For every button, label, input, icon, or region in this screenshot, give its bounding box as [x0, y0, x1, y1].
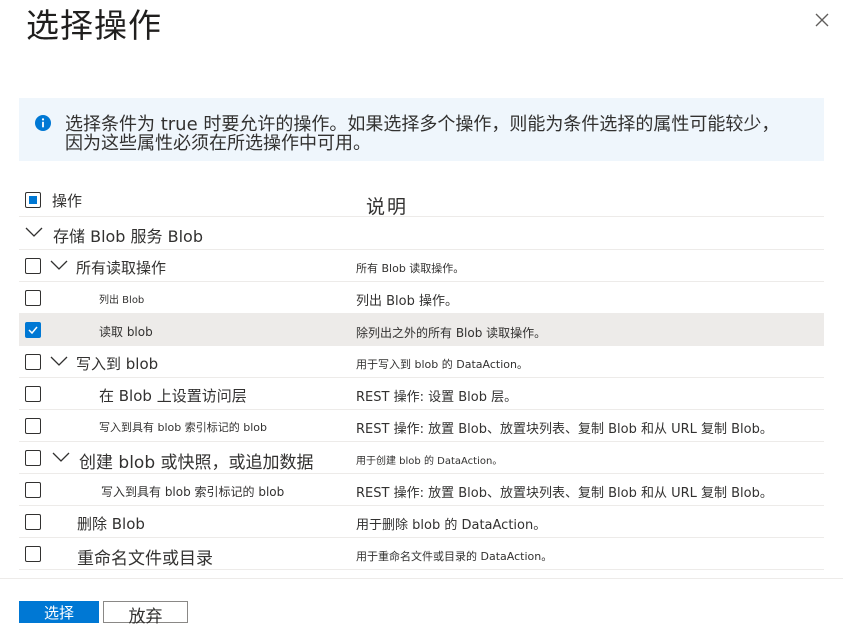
- close-icon: [815, 13, 829, 27]
- row-name: 列出 Blob: [99, 295, 145, 306]
- table-row[interactable]: 列出 Blob 列出 Blob 操作。: [19, 282, 824, 314]
- footer-divider: [0, 578, 843, 579]
- row-checkbox[interactable]: [25, 322, 41, 338]
- row-checkbox[interactable]: [25, 258, 41, 274]
- chevron-down-icon[interactable]: [52, 450, 70, 464]
- select-actions-dialog: 选择操作 选择条件为 true 时要允许的操作。如果选择多个操作，则能为条件选择…: [0, 0, 843, 635]
- row-description: REST 操作: 设置 Blob 层。: [356, 390, 518, 405]
- select-all-checkbox[interactable]: [25, 192, 41, 208]
- row-description: 用于写入到 blob 的 DataAction。: [356, 358, 528, 371]
- table-row[interactable]: 写入到 blob 用于写入到 blob 的 DataAction。: [19, 346, 824, 378]
- row-checkbox[interactable]: [25, 290, 41, 306]
- row-name: 写入到具有 blob 索引标记的 blob: [99, 421, 267, 434]
- row-name: 删除 Blob: [77, 515, 145, 533]
- table-row[interactable]: 删除 Blob 用于删除 blob 的 DataAction。: [19, 506, 824, 538]
- table-row[interactable]: 写入到具有 blob 索引标记的 blob REST 操作: 放置 Blob、放…: [19, 410, 824, 442]
- row-name: 所有读取操作: [76, 259, 167, 277]
- group-header-row[interactable]: 存储 Blob 服务 Blob: [19, 217, 824, 250]
- actions-grid: 操作 说明 存储 Blob 服务 Blob 所有读取操作 所有 Blob 读取操…: [19, 184, 824, 570]
- table-row[interactable]: 写入到具有 blob 索引标记的 blob REST 操作: 放置 Blob、放…: [19, 474, 824, 506]
- chevron-down-icon[interactable]: [25, 225, 43, 239]
- row-description: 除列出之外的所有 Blob 读取操作。: [356, 326, 547, 340]
- chevron-down-icon[interactable]: [50, 258, 68, 272]
- row-name: 写入到具有 blob 索引标记的 blob: [101, 485, 285, 499]
- header-name: 操作: [52, 192, 83, 210]
- row-name: 重命名文件或目录: [77, 549, 213, 569]
- select-button[interactable]: 选择: [19, 601, 99, 623]
- row-checkbox[interactable]: [25, 386, 41, 402]
- dialog-title: 选择操作: [26, 6, 162, 45]
- grid-header: 操作 说明: [19, 184, 824, 218]
- close-button[interactable]: [812, 10, 832, 30]
- discard-button[interactable]: 放弃: [103, 601, 188, 627]
- row-checkbox[interactable]: [25, 450, 41, 466]
- table-row[interactable]: 所有读取操作 所有 Blob 读取操作。: [19, 250, 824, 282]
- row-name: 创建 blob 或快照，或追加数据: [79, 453, 314, 473]
- row-checkbox[interactable]: [25, 482, 41, 498]
- info-message-bar: 选择条件为 true 时要允许的操作。如果选择多个操作，则能为条件选择的属性可能…: [19, 98, 824, 161]
- row-description: 所有 Blob 读取操作。: [356, 262, 465, 275]
- row-name: 写入到 blob: [76, 355, 159, 373]
- info-icon: [35, 115, 51, 131]
- table-row[interactable]: 读取 blob 除列出之外的所有 Blob 读取操作。: [19, 314, 824, 346]
- row-name: 在 Blob 上设置访问层: [99, 387, 247, 405]
- header-description: 说明: [366, 196, 409, 218]
- info-message-text: 选择条件为 true 时要允许的操作。如果选择多个操作，则能为条件选择的属性可能…: [65, 114, 780, 154]
- row-checkbox[interactable]: [25, 514, 41, 530]
- row-description: 用于重命名文件或目录的 DataAction。: [356, 550, 553, 563]
- checkmark-icon: [28, 326, 38, 335]
- row-description: 用于删除 blob 的 DataAction。: [356, 518, 547, 533]
- row-checkbox[interactable]: [25, 418, 41, 434]
- table-row[interactable]: 在 Blob 上设置访问层 REST 操作: 设置 Blob 层。: [19, 378, 824, 410]
- row-description: REST 操作: 放置 Blob、放置块列表、复制 Blob 和从 URL 复制…: [356, 422, 773, 437]
- row-description: REST 操作: 放置 Blob、放置块列表、复制 Blob 和从 URL 复制…: [356, 486, 773, 501]
- table-row[interactable]: 重命名文件或目录 用于重命名文件或目录的 DataAction。: [19, 538, 824, 570]
- table-row[interactable]: 创建 blob 或快照，或追加数据 用于创建 blob 的 DataAction…: [19, 442, 824, 474]
- row-checkbox[interactable]: [25, 354, 41, 370]
- group-label: 存储 Blob 服务 Blob: [53, 227, 203, 246]
- row-checkbox[interactable]: [25, 546, 41, 562]
- row-description: 列出 Blob 操作。: [356, 294, 459, 309]
- chevron-down-icon[interactable]: [50, 354, 68, 368]
- row-description: 用于创建 blob 的 DataAction。: [356, 456, 503, 467]
- row-name: 读取 blob: [99, 325, 153, 339]
